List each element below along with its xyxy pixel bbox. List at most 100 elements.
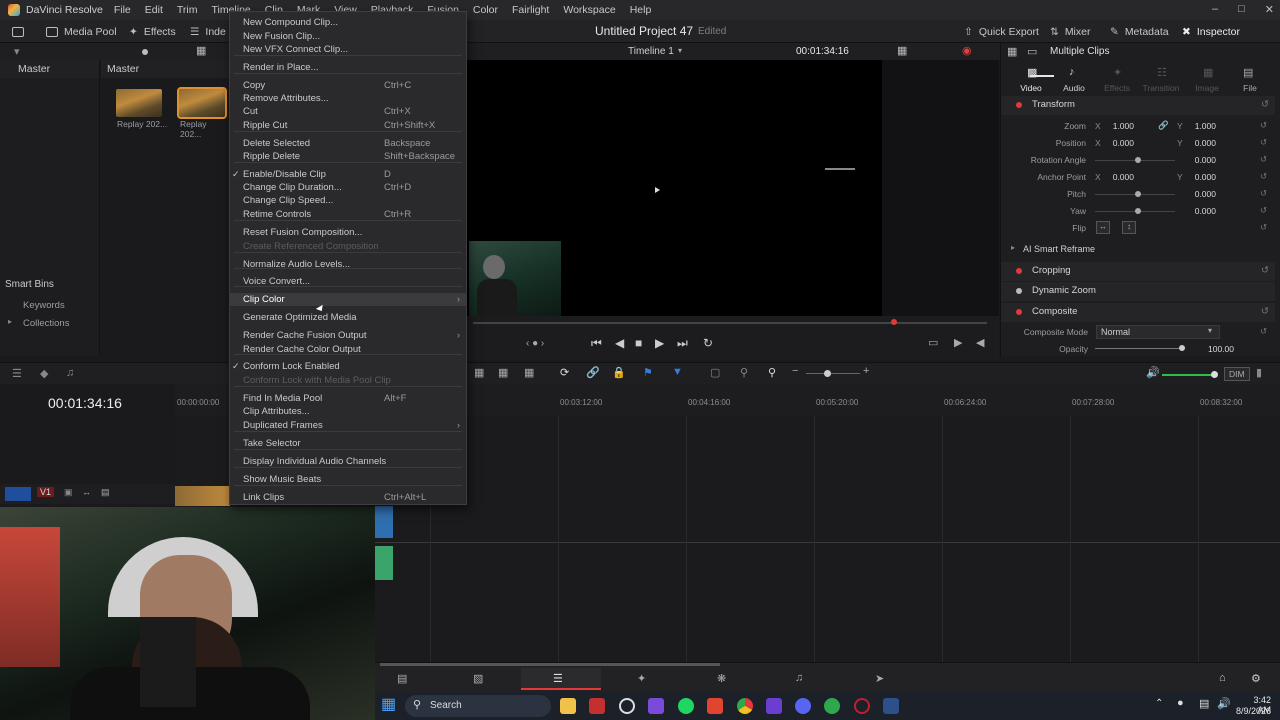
play-icon[interactable]: ▶ — [655, 336, 664, 350]
deliver-page-icon[interactable]: ➤ — [875, 672, 884, 685]
zoom-in-icon[interactable]: + — [863, 365, 869, 377]
menu-item-reset-fusion-composition[interactable]: Reset Fusion Composition... — [230, 226, 466, 239]
menu-item-cut[interactable]: Cut Ctrl+X — [230, 105, 466, 118]
menu-item-find-in-media-pool[interactable]: Find In Media Pool Alt+F — [230, 392, 466, 405]
opacity-slider[interactable] — [1095, 348, 1185, 349]
chevron-right-icon[interactable]: ▸ — [8, 317, 12, 326]
spotify-icon[interactable] — [678, 698, 694, 714]
menu-item-change-clip-duration[interactable]: Change Clip Duration... Ctrl+D — [230, 181, 466, 194]
davinci-resolve-taskbar-icon[interactable] — [883, 698, 899, 714]
media-pool-button[interactable]: Media Pool — [46, 20, 117, 43]
zoom-x-value[interactable]: 1.000 — [1090, 121, 1134, 131]
clip-thumbnail-selected[interactable] — [177, 87, 227, 119]
zoom-detail-icon[interactable]: ⚲ — [740, 366, 748, 379]
dim-button[interactable]: DIM — [1224, 367, 1250, 381]
stop-icon[interactable]: ■ — [635, 336, 642, 350]
metadata-button[interactable]: ✎ Metadata — [1110, 20, 1169, 43]
media-page-icon[interactable]: ▤ — [397, 672, 407, 685]
anchor-x-value[interactable]: 0.000 — [1090, 172, 1134, 182]
zoom-y-value[interactable]: 1.000 — [1172, 121, 1216, 131]
tab-file[interactable]: File — [1230, 83, 1270, 93]
fairlight-page-icon[interactable]: ♫ — [795, 672, 803, 684]
tray-chevron-up-icon[interactable]: ⌃ — [1155, 698, 1163, 709]
position-y-value[interactable]: 0.000 — [1172, 138, 1216, 148]
timeline-scrollbar[interactable] — [380, 663, 720, 666]
timeline-name-dropdown[interactable]: Timeline 1 — [628, 46, 674, 57]
track-target-indicator[interactable] — [5, 487, 31, 501]
menu-item-conform-lock-enabled[interactable]: ✓ Conform Lock Enabled — [230, 360, 466, 373]
track-view-icon[interactable]: ▤ — [101, 487, 110, 498]
collections-bin[interactable]: Collections — [23, 318, 69, 329]
app-red-icon[interactable] — [854, 698, 870, 714]
replace-clip-icon[interactable]: ▦ — [524, 366, 534, 379]
menu-item-duplicated-frames[interactable]: Duplicated Frames › — [230, 419, 466, 432]
cut-page-icon[interactable]: ▧ — [473, 672, 483, 685]
jog-icon[interactable]: ‹ ● › — [526, 338, 544, 349]
marker-icon[interactable]: ▼ — [672, 366, 683, 378]
menu-item-generate-optimized-media[interactable]: Generate Optimized Media — [230, 311, 466, 324]
volume-slider[interactable] — [1162, 374, 1216, 376]
menu-item-render-cache-fusion-output[interactable]: Render Cache Fusion Output › — [230, 329, 466, 342]
playhead-marker[interactable] — [891, 319, 897, 325]
play-reverse-icon[interactable]: ◀ — [615, 336, 624, 350]
inspector-view-icon[interactable]: ▭ — [1027, 45, 1037, 58]
master-bin[interactable]: Master — [0, 60, 99, 78]
prev-frame-icon[interactable]: ◀ — [976, 336, 984, 349]
enabled-dot-icon[interactable] — [1016, 268, 1022, 274]
menu-item-ripple-delete[interactable]: Ripple Delete Shift+Backspace — [230, 150, 466, 163]
audio-clip[interactable] — [375, 546, 393, 580]
anchor-y-value[interactable]: 0.000 — [1172, 172, 1216, 182]
obs-icon[interactable] — [619, 698, 635, 714]
position-x-value[interactable]: 0.000 — [1090, 138, 1134, 148]
color-page-icon[interactable]: ❋ — [717, 672, 726, 685]
taskbar-date[interactable]: 8/9/2026 — [1231, 706, 1271, 716]
close-icon[interactable]: ✕ — [1265, 3, 1274, 16]
rotation-value[interactable]: 0.000 — [1172, 155, 1216, 165]
brave-icon[interactable] — [707, 698, 723, 714]
panel-toggle-button[interactable] — [12, 20, 24, 43]
menu-item-clip-color[interactable]: Clip Color › — [230, 293, 466, 306]
composite-mode-select[interactable]: Normal — [1096, 325, 1220, 339]
audio-scrub-icon[interactable]: ◆ — [40, 367, 48, 380]
dynamic-zoom-section-header[interactable]: Dynamic Zoom — [1001, 282, 1275, 301]
transform-section-header[interactable]: Transform ↺ — [1001, 96, 1275, 115]
video-clip-2[interactable] — [375, 506, 393, 538]
slider-handle[interactable] — [1135, 191, 1141, 197]
mixer-button[interactable]: ⇅ Mixer — [1050, 20, 1090, 43]
slider-handle[interactable] — [824, 370, 831, 377]
timeline-view-icon[interactable]: ☰ — [12, 367, 22, 380]
snapping-icon[interactable]: ⟳ — [560, 366, 569, 379]
video-viewer[interactable] — [467, 60, 882, 316]
maximize-icon[interactable]: □ — [1238, 3, 1245, 16]
dropdown-icon[interactable]: ▾ — [14, 45, 20, 58]
xbox-icon[interactable] — [824, 698, 840, 714]
link-icon[interactable]: 🔗 — [1158, 120, 1169, 131]
disabled-dot-icon[interactable] — [1016, 288, 1022, 294]
settings-gear-icon[interactable]: ⚙ — [1251, 672, 1261, 685]
menu-item-new-compound-clip[interactable]: New Compound Clip... — [230, 16, 466, 29]
flip-horizontal-icon[interactable]: ↔ — [1096, 221, 1110, 234]
reset-icon[interactable]: ↺ — [1261, 306, 1269, 317]
opacity-value[interactable]: 100.00 — [1190, 344, 1234, 354]
menu-color[interactable]: Color — [466, 4, 505, 16]
tab-audio[interactable]: Audio — [1054, 83, 1094, 93]
slider-handle[interactable] — [142, 49, 148, 55]
reset-icon[interactable]: ↺ — [1260, 171, 1267, 182]
mark-in-icon[interactable]: ▭ — [928, 336, 938, 349]
menu-item-change-clip-speed[interactable]: Change Clip Speed... — [230, 194, 466, 207]
tab-effects[interactable]: Effects — [1097, 83, 1137, 93]
reset-icon[interactable]: ↺ — [1260, 154, 1267, 165]
tab-image[interactable]: Image — [1187, 83, 1227, 93]
reset-icon[interactable]: ↺ — [1260, 222, 1267, 233]
tab-transition[interactable]: Transition — [1141, 83, 1181, 93]
voicemeeter-icon[interactable] — [589, 698, 605, 714]
enabled-dot-icon[interactable] — [1016, 309, 1022, 315]
reset-icon[interactable]: ↺ — [1260, 205, 1267, 216]
menu-item-retime-controls[interactable]: Retime Controls Ctrl+R — [230, 208, 466, 221]
app-purple-icon[interactable] — [648, 698, 664, 714]
tab-video[interactable]: Video — [1011, 83, 1051, 93]
menu-trim[interactable]: Trim — [170, 4, 205, 16]
file-explorer-icon[interactable] — [560, 698, 576, 714]
quick-export-button[interactable]: ⇧ Quick Export — [964, 20, 1039, 43]
go-to-end-icon[interactable]: ⏭ — [677, 336, 688, 351]
